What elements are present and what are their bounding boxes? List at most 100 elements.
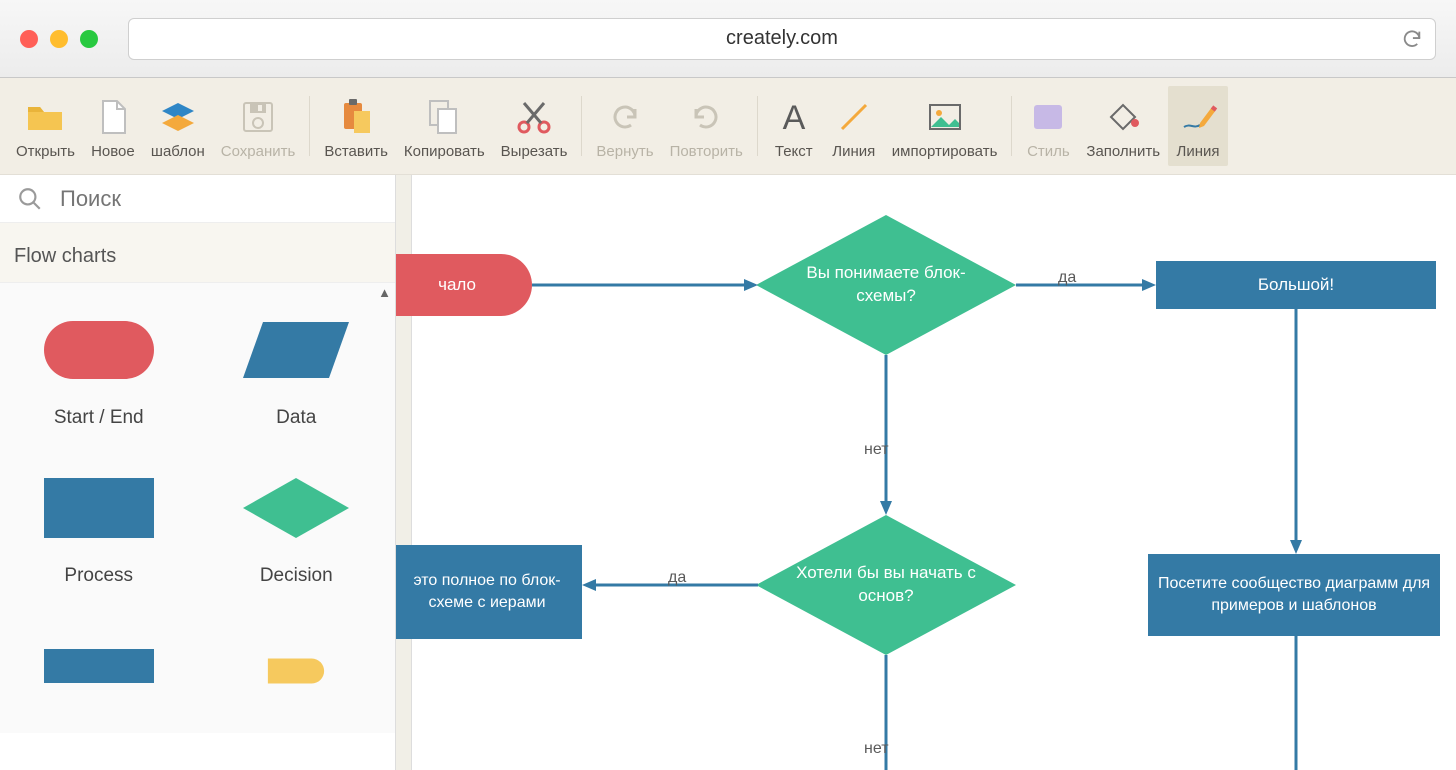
undo-icon <box>605 97 645 137</box>
text-icon: A <box>774 97 814 137</box>
search-icon[interactable] <box>0 186 60 212</box>
toolbar-label: Копировать <box>404 143 485 160</box>
startend-shape-icon <box>44 321 154 379</box>
scissors-icon <box>514 97 554 137</box>
clipboard-icon <box>336 97 376 137</box>
node-text: Большой! <box>1258 274 1334 297</box>
toolbar-label: Открыть <box>16 143 75 160</box>
copy-icon <box>424 97 464 137</box>
shape-item-decision[interactable]: Decision <box>198 451 396 609</box>
bucket-icon <box>1103 97 1143 137</box>
copy-button[interactable]: Копировать <box>396 86 493 166</box>
pencil-line-icon <box>1178 97 1218 137</box>
search-bar <box>0 175 395 223</box>
process-shape-icon <box>44 478 154 538</box>
save-icon <box>238 97 278 137</box>
toolbar-label: Сохранить <box>221 143 296 160</box>
line-icon <box>834 97 874 137</box>
shape-label: Data <box>276 407 316 429</box>
save-button[interactable]: Сохранить <box>213 86 304 166</box>
line-tool-button[interactable]: Линия <box>1168 86 1228 166</box>
edge-great-to-visit[interactable] <box>1289 309 1303 554</box>
node-text: Вы понимаете блок-схемы? <box>796 262 976 308</box>
edge-label-d1-yes: да <box>1058 269 1076 287</box>
shapes-panel: ▲ Start / End Data Process Decision <box>0 283 395 733</box>
toolbar-separator <box>309 96 310 156</box>
decision-shape-icon <box>236 473 356 543</box>
node-text: чало <box>438 274 476 297</box>
node-decision-understand[interactable]: Вы понимаете блок-схемы? <box>756 215 1016 355</box>
fill-button[interactable]: Заполнить <box>1078 86 1168 166</box>
paste-button[interactable]: Вставить <box>316 86 396 166</box>
toolbar: Открыть Новое шаблон Сохранить Вставить … <box>0 78 1456 175</box>
open-button[interactable]: Открыть <box>8 86 83 166</box>
style-icon <box>1028 97 1068 137</box>
undo-button[interactable]: Вернуть <box>588 86 661 166</box>
toolbar-label: Текст <box>775 143 813 160</box>
edge-label-d1-no: нет <box>864 441 889 459</box>
scroll-up-icon[interactable]: ▲ <box>378 285 391 300</box>
canvas[interactable]: чало Вы понимаете блок-схемы? Большой! Х… <box>396 175 1456 770</box>
search-input[interactable] <box>60 186 395 212</box>
window-controls <box>20 30 98 48</box>
new-button[interactable]: Новое <box>83 86 143 166</box>
svg-text:A: A <box>782 99 805 137</box>
edge-label-d2-no: нет <box>864 740 889 758</box>
node-decision-basics[interactable]: Хотели бы вы начать с основ? <box>756 515 1016 655</box>
shape-item-data[interactable]: Data <box>198 293 396 451</box>
cut-button[interactable]: Вырезать <box>493 86 576 166</box>
node-great[interactable]: Большой! <box>1156 261 1436 309</box>
shapes-sidebar: Flow charts ▲ Start / End Data Process D… <box>0 175 396 770</box>
node-start[interactable]: чало <box>396 254 532 316</box>
toolbar-label: Вставить <box>324 143 388 160</box>
maximize-window-icon[interactable] <box>80 30 98 48</box>
template-button[interactable]: шаблон <box>143 86 213 166</box>
shape-item-process[interactable]: Process <box>0 451 198 609</box>
line-button[interactable]: Линия <box>824 86 884 166</box>
minimize-window-icon[interactable] <box>50 30 68 48</box>
text-button[interactable]: A Текст <box>764 86 824 166</box>
shape-item-extra1[interactable] <box>0 609 198 723</box>
import-button[interactable]: импортировать <box>884 86 1006 166</box>
shape-item-extra2[interactable] <box>198 609 396 723</box>
shape-label: Decision <box>260 565 333 587</box>
shape-category[interactable]: Flow charts <box>0 223 395 283</box>
toolbar-label: Новое <box>91 143 135 160</box>
address-bar[interactable]: creately.com <box>128 18 1436 60</box>
node-text: Посетите сообщество диаграмм для примеро… <box>1154 573 1434 616</box>
toolbar-separator <box>581 96 582 156</box>
redo-icon <box>686 97 726 137</box>
node-visit[interactable]: Посетите сообщество диаграмм для примеро… <box>1148 554 1440 636</box>
display-shape-icon <box>236 631 356 701</box>
toolbar-separator <box>757 96 758 156</box>
toolbar-label: шаблон <box>151 143 205 160</box>
toolbar-label: Заполнить <box>1086 143 1160 160</box>
toolbar-label: Повторить <box>670 143 743 160</box>
image-icon <box>925 97 965 137</box>
node-tutorial[interactable]: это полное по блок-схеме с иерами <box>396 545 582 639</box>
toolbar-label: Вырезать <box>501 143 568 160</box>
reload-icon[interactable] <box>1401 28 1423 50</box>
node-text: Хотели бы вы начать с основ? <box>796 562 976 608</box>
edge-label-d2-yes: да <box>668 569 686 587</box>
edge-visit-down[interactable] <box>1289 636 1303 770</box>
close-window-icon[interactable] <box>20 30 38 48</box>
redo-button[interactable]: Повторить <box>662 86 751 166</box>
style-button[interactable]: Стиль <box>1018 86 1078 166</box>
data-shape-icon <box>236 315 356 385</box>
edge-d1-to-d2[interactable] <box>879 355 893 515</box>
shape-label: Process <box>64 565 133 587</box>
toolbar-label: Стиль <box>1027 143 1070 160</box>
layers-icon <box>158 97 198 137</box>
node-text: это полное по блок-схеме с иерами <box>398 570 576 613</box>
toolbar-label: Линия <box>1177 143 1220 160</box>
toolbar-label: Линия <box>832 143 875 160</box>
toolbar-separator <box>1011 96 1012 156</box>
edge-d1-to-great[interactable] <box>1016 279 1156 293</box>
folder-icon <box>25 97 65 137</box>
process-shape-icon <box>44 649 154 683</box>
document-icon <box>93 97 133 137</box>
shape-item-startend[interactable]: Start / End <box>0 293 198 451</box>
toolbar-label: импортировать <box>892 143 998 160</box>
edge-start-to-d1[interactable] <box>532 279 758 293</box>
